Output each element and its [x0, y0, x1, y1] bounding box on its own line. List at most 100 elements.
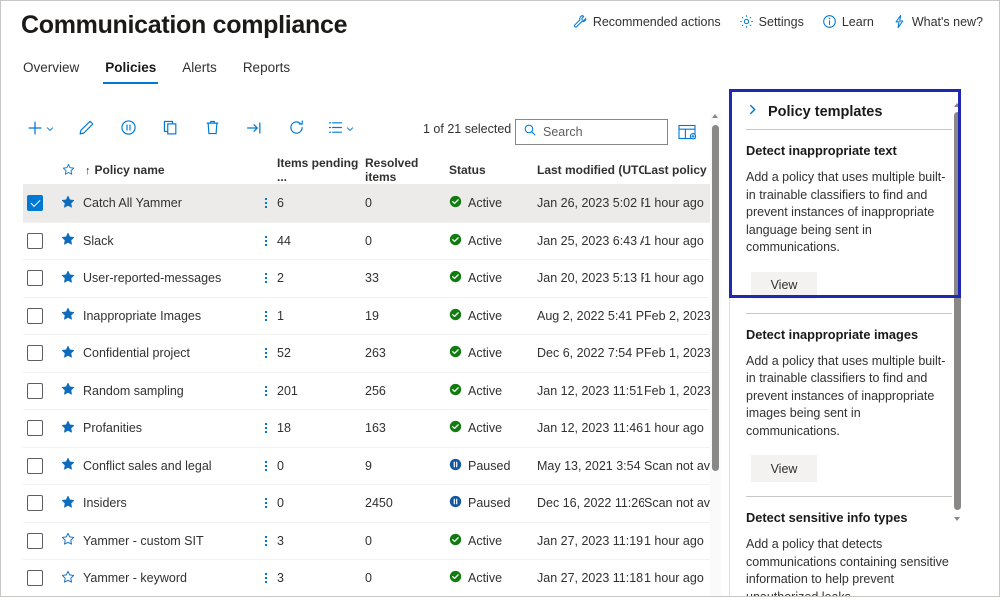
row-actions-button[interactable]	[255, 385, 277, 396]
more-vertical-icon[interactable]	[265, 385, 267, 396]
row-actions-button[interactable]	[255, 423, 277, 434]
row-checkbox[interactable]	[27, 382, 43, 399]
more-vertical-icon[interactable]	[265, 235, 267, 246]
row-actions-button[interactable]	[255, 573, 277, 584]
cell-policy-name[interactable]: Inappropriate Images	[83, 309, 255, 323]
favorite-toggle[interactable]	[53, 195, 83, 212]
panel-scrollbar[interactable]	[952, 103, 963, 521]
row-actions-button[interactable]	[255, 348, 277, 359]
cell-policy-name[interactable]: Insiders	[83, 496, 255, 510]
cell-policy-name[interactable]: Yammer - custom SIT	[83, 534, 255, 548]
star-filled-icon[interactable]	[61, 495, 75, 512]
row-checkbox[interactable]	[27, 195, 43, 212]
row-checkbox[interactable]	[27, 495, 43, 512]
refresh-button[interactable]	[282, 115, 310, 145]
table-row[interactable]: Conflict sales and legal 0 9 Paused May 13, …	[23, 448, 720, 485]
more-vertical-icon[interactable]	[265, 310, 267, 321]
header-policy-name[interactable]: ↑ Policy name	[83, 163, 255, 177]
favorite-toggle[interactable]	[53, 270, 83, 287]
cell-policy-name[interactable]: Catch All Yammer	[83, 196, 255, 210]
view-button[interactable]: View	[751, 455, 817, 482]
favorite-toggle[interactable]	[53, 345, 83, 362]
star-filled-icon[interactable]	[61, 420, 75, 437]
table-row[interactable]: Profanities 18 163 Active Jan 12, 2023 11:46…	[23, 410, 720, 448]
row-checkbox[interactable]	[27, 232, 43, 249]
row-checkbox-cell[interactable]	[23, 457, 53, 474]
table-scrollbar[interactable]	[710, 113, 721, 596]
edit-button[interactable]	[72, 115, 100, 145]
star-filled-icon[interactable]	[61, 270, 75, 287]
table-row[interactable]: Inappropriate Images 1 19 Active Aug 2, 2022…	[23, 298, 720, 335]
row-checkbox-cell[interactable]	[23, 232, 53, 249]
favorite-column-header[interactable]	[53, 163, 83, 176]
cell-policy-name[interactable]: Slack	[83, 234, 255, 248]
favorite-toggle[interactable]	[53, 570, 83, 587]
favorite-toggle[interactable]	[53, 420, 83, 437]
row-checkbox-cell[interactable]	[23, 345, 53, 362]
row-actions-button[interactable]	[255, 235, 277, 246]
row-actions-button[interactable]	[255, 535, 277, 546]
row-checkbox[interactable]	[27, 345, 43, 362]
row-checkbox[interactable]	[27, 532, 43, 549]
recommended-actions-button[interactable]: Recommended actions	[573, 14, 721, 29]
policy-templates-header[interactable]: Policy templates	[746, 89, 952, 129]
row-checkbox-cell[interactable]	[23, 495, 53, 512]
row-checkbox[interactable]	[27, 270, 43, 287]
cell-policy-name[interactable]: Random sampling	[83, 384, 255, 398]
view-button[interactable]: View	[751, 271, 817, 299]
row-checkbox[interactable]	[27, 307, 43, 324]
scroll-up-arrow-icon[interactable]	[712, 114, 718, 118]
row-actions-button[interactable]	[255, 273, 277, 284]
header-resolved-items[interactable]: Resolved items	[365, 156, 449, 184]
table-scrollbar-thumb[interactable]	[712, 125, 719, 471]
row-checkbox-cell[interactable]	[23, 195, 53, 212]
table-row[interactable]: Random sampling 201 256 Active Jan 12, 2023 …	[23, 373, 720, 410]
tab-reports[interactable]: Reports	[241, 58, 292, 84]
header-last-policy-scan[interactable]: Last policy s	[644, 163, 714, 177]
tab-overview[interactable]: Overview	[21, 58, 81, 84]
more-vertical-icon[interactable]	[265, 573, 267, 584]
favorite-toggle[interactable]	[53, 307, 83, 324]
cell-policy-name[interactable]: Profanities	[83, 421, 255, 435]
cell-policy-name[interactable]: Conflict sales and legal	[83, 459, 255, 473]
row-actions-button[interactable]	[255, 498, 277, 509]
more-vertical-icon[interactable]	[265, 498, 267, 509]
chevron-right-icon[interactable]	[746, 103, 759, 121]
favorite-toggle[interactable]	[53, 532, 83, 549]
settings-button[interactable]: Settings	[739, 14, 804, 29]
star-filled-icon[interactable]	[61, 307, 75, 324]
table-row[interactable]: User-reported-messages 2 33 Active Jan 20, 2…	[23, 260, 720, 298]
more-vertical-icon[interactable]	[265, 423, 267, 434]
row-actions-button[interactable]	[255, 310, 277, 321]
star-outline-icon[interactable]	[61, 570, 75, 587]
header-items-pending[interactable]: Items pending ...	[277, 156, 365, 184]
more-vertical-icon[interactable]	[265, 273, 267, 284]
star-outline-icon[interactable]	[61, 532, 75, 549]
row-checkbox-cell[interactable]	[23, 270, 53, 287]
star-filled-icon[interactable]	[61, 232, 75, 249]
more-vertical-icon[interactable]	[265, 198, 267, 209]
row-checkbox[interactable]	[27, 457, 43, 474]
table-row[interactable]: Catch All Yammer 6 0 Active Jan 26, 2023 5:0…	[23, 185, 720, 223]
row-checkbox-cell[interactable]	[23, 307, 53, 324]
pause-button[interactable]	[114, 115, 142, 145]
more-vertical-icon[interactable]	[265, 348, 267, 359]
more-vertical-icon[interactable]	[265, 460, 267, 471]
move-button[interactable]	[240, 115, 268, 145]
row-checkbox[interactable]	[27, 570, 43, 587]
tab-policies[interactable]: Policies	[103, 58, 159, 84]
table-row[interactable]: Yammer - keyword 3 0 Active Jan 27, 2023 11:…	[23, 560, 720, 596]
copy-button[interactable]	[156, 115, 184, 145]
cell-policy-name[interactable]: Confidential project	[83, 346, 255, 360]
star-filled-icon[interactable]	[61, 382, 75, 399]
favorite-toggle[interactable]	[53, 232, 83, 249]
view-options-button[interactable]	[324, 115, 358, 145]
row-actions-button[interactable]	[255, 198, 277, 209]
favorite-toggle[interactable]	[53, 495, 83, 512]
add-policy-button[interactable]	[23, 115, 58, 145]
table-row[interactable]: Yammer - custom SIT 3 0 Active Jan 27, 2023 …	[23, 523, 720, 560]
favorite-toggle[interactable]	[53, 382, 83, 399]
favorite-toggle[interactable]	[53, 457, 83, 474]
star-filled-icon[interactable]	[61, 195, 75, 212]
whats-new-button[interactable]: What's new?	[892, 14, 983, 29]
